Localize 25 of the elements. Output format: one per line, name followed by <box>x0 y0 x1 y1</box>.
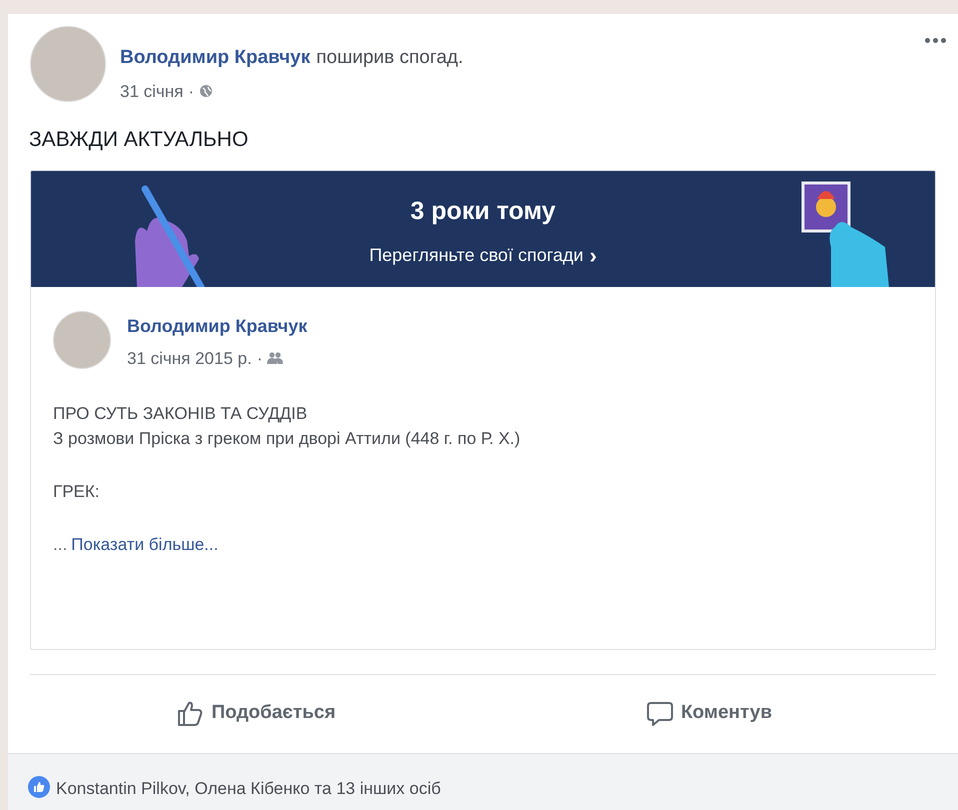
post-text-line: З розмови Пріска з греком при дворі Аттили (448 г. по Р. Х.) <box>53 428 520 450</box>
speech-bubble-icon <box>646 700 673 727</box>
ellipsis-text: ... <box>53 534 68 556</box>
comment-button[interactable]: Коментув <box>646 699 772 728</box>
like-reaction-icon <box>28 776 50 798</box>
like-button[interactable]: Подобається <box>177 699 336 728</box>
memories-link[interactable]: Перегляньте свої спогади › <box>369 242 597 269</box>
post-text-line: ПРО СУТЬ ЗАКОНІВ ТА СУДДІВ <box>53 403 308 425</box>
timestamp-link[interactable]: 31 січня 2015 р. <box>127 346 252 371</box>
see-more-link[interactable]: Показати більше... <box>71 532 218 557</box>
chevron-icon: › <box>589 244 597 266</box>
post-action-text: поширив спогад. <box>316 46 464 70</box>
memory-title: 3 роки тому <box>410 196 556 226</box>
author-link[interactable]: Володимир Кравчук <box>127 312 308 340</box>
globe-icon[interactable] <box>199 84 214 98</box>
post-text: ЗАВЖДИ АКТУАЛЬНО <box>29 127 248 153</box>
timestamp-link[interactable]: 31 січня <box>120 78 184 104</box>
author-link[interactable]: Володимир Кравчук <box>120 44 310 72</box>
separator-dot: · <box>256 348 262 370</box>
reactions-summary-link[interactable]: Konstantin Pilkov, Олена Кібенко та 13 інших осіб <box>56 776 441 801</box>
post-text-line: ГРЕК: <box>53 481 100 503</box>
friends-icon[interactable] <box>267 352 284 364</box>
more-options-icon[interactable] <box>923 36 948 45</box>
separator-dot: · <box>188 80 194 102</box>
thumbs-up-icon <box>177 700 204 727</box>
